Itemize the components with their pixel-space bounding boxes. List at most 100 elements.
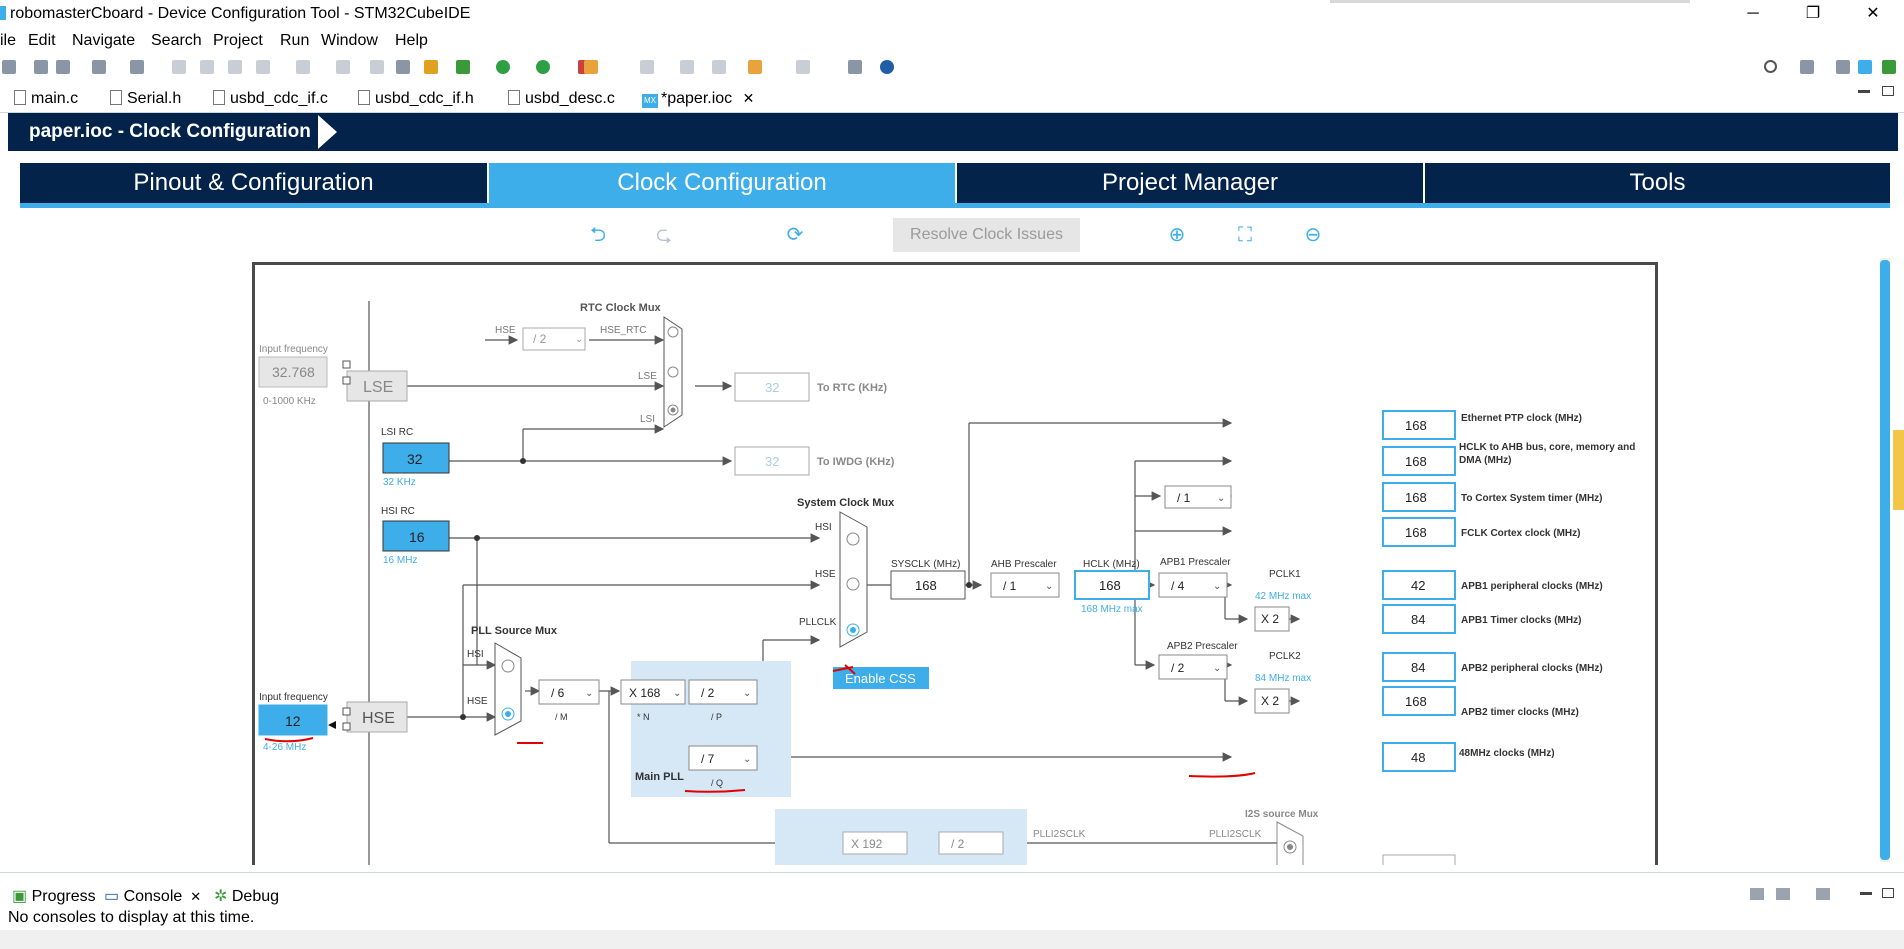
debug-bug-icon[interactable] [456,60,470,74]
menu-run[interactable]: Run [280,32,309,50]
info-icon[interactable] [880,60,894,74]
step-into-icon[interactable] [296,60,310,74]
close-window-button[interactable]: ✕ [1853,2,1893,26]
menu-edit[interactable]: Edit [28,32,56,50]
window-title: robomasterCboard - Device Configuration … [10,5,471,22]
pll-q-label: / Q [711,778,723,788]
output-hclk-label: HCLK to AHB bus, core, memory and DMA (M… [1459,442,1636,466]
step-return-icon[interactable] [370,60,384,74]
tab-project-manager[interactable]: Project Manager [957,163,1423,203]
save-all-icon[interactable] [56,60,70,74]
open-console-icon[interactable] [1816,888,1830,900]
fit-to-screen-icon[interactable]: ⛶ [1234,224,1256,246]
tab-label: usbd_cdc_if.h [375,90,474,107]
tab-debug-label: Debug [231,888,280,905]
settings-icon[interactable] [92,60,106,74]
save-icon[interactable] [34,60,48,74]
vertical-scrollbar-thumb[interactable] [1880,260,1890,860]
reset-icon[interactable]: ⟳ [784,224,806,246]
restore-button[interactable]: ❐ [1793,2,1833,26]
resolve-clock-issues-button[interactable]: Resolve Clock Issues [893,218,1080,252]
menu-project[interactable]: Project [213,32,263,50]
stop-icon[interactable] [228,60,242,74]
pll-source-mux[interactable] [494,642,522,736]
zoom-out-icon[interactable]: ⊖ [1302,224,1324,246]
sysmux-hse-option[interactable] [846,577,860,591]
perspective-icon[interactable] [1800,60,1814,74]
redo-icon[interactable]: ⮎ [653,224,675,246]
rtc-mux-option-1[interactable] [667,326,679,338]
close-tab-icon[interactable]: ✕ [190,889,201,904]
run-config-icon[interactable] [536,60,550,74]
rtc-mux-option-2[interactable] [667,366,679,378]
hsi-mhz: 16 MHz [383,555,417,566]
tab-clock-configuration[interactable]: Clock Configuration [489,163,955,203]
ahb-prescaler-label: AHB Prescaler [991,559,1057,570]
menu-file[interactable]: ile [0,32,16,50]
output-cortex-timer-label: To Cortex System timer (MHz) [1461,493,1603,504]
menu-navigate[interactable]: Navigate [72,32,135,50]
menu-window[interactable]: Window [321,32,378,50]
minimize-editor-icon[interactable] [1858,90,1870,93]
iwdg-output-label: To IWDG (KHz) [817,456,895,468]
step-icon[interactable] [172,60,186,74]
tab-console[interactable]: ▭ Console ✕ [104,886,201,906]
output-apb2-peripheral-value: 84 [1411,660,1425,675]
maximize-editor-icon[interactable] [1882,86,1894,96]
minimize-button[interactable]: ─ [1733,2,1773,26]
pll-n-label: * N [637,712,650,722]
tab-tools[interactable]: Tools [1425,163,1890,203]
tab-usbd-cdc-if-h[interactable]: usbd_cdc_if.h [358,90,474,108]
tab-debug[interactable]: ✲ Debug [214,886,279,906]
forward-icon[interactable] [796,60,810,74]
tab-pinout-configuration[interactable]: Pinout & Configuration [20,163,487,203]
console-message: No consoles to display at this time. [8,909,255,926]
ext-tools-icon[interactable] [424,60,438,74]
run-icon[interactable] [496,60,510,74]
back-icon[interactable] [748,60,762,74]
search-icon[interactable] [1764,60,1777,73]
step-over-icon[interactable] [336,60,350,74]
pin-console-icon[interactable] [1776,888,1790,900]
rtc-mux-selected-dot [670,407,676,413]
last-edit-icon[interactable] [712,60,726,74]
hse-box-label: HSE [362,710,395,727]
hse-arrow-left-icon [328,721,336,729]
pin-icon[interactable] [396,60,410,74]
sysmux-hsi-option[interactable] [846,532,860,546]
pllmux-hsi-option[interactable] [501,659,515,673]
tab-progress[interactable]: ▣ Progress [12,886,96,906]
apb2-prescaler-label: APB2 Prescaler [1167,641,1238,652]
disconnect-icon[interactable] [256,60,270,74]
maximize-panel-icon[interactable] [1882,888,1894,898]
tab-serial-h[interactable]: Serial.h [110,90,181,108]
menu-search[interactable]: Search [151,32,202,50]
plli2s-r-select[interactable] [938,831,1004,855]
build-hammer-icon[interactable] [130,60,144,74]
wand-icon[interactable] [584,60,598,74]
tab-usbd-desc-c[interactable]: usbd_desc.c [508,90,615,108]
display-console-icon[interactable] [1750,888,1764,900]
undo-icon[interactable]: ⮌ [587,224,609,246]
output-cortex-timer-value: 168 [1405,490,1427,505]
bottom-panel-tabs [0,872,1904,903]
plli2s-n-value: X 192 [851,837,883,851]
tab-usbd-cdc-if-c[interactable]: usbd_cdc_if.c [213,90,328,108]
menu-help[interactable]: Help [395,32,428,50]
minimize-panel-icon[interactable] [1860,892,1872,895]
new-icon[interactable] [2,60,16,74]
mx-perspective-icon[interactable] [1858,60,1872,74]
close-tab-icon[interactable]: ✕ [743,90,755,106]
next-annotation-icon[interactable] [640,60,654,74]
debug-perspective-icon[interactable] [1882,60,1896,74]
tab-paper-ioc[interactable]: MX *paper.ioc ✕ [642,90,754,108]
hse-input-label: Input frequency [259,692,328,703]
output-48mhz-label: 48MHz clocks (MHz) [1459,748,1555,759]
prev-annotation-icon[interactable] [680,60,694,74]
title-search-shadow [1330,0,1690,3]
tab-main-c[interactable]: main.c [14,90,78,108]
open-perspective-icon[interactable] [848,60,862,74]
suspend-icon[interactable] [200,60,214,74]
cpp-perspective-icon[interactable] [1836,60,1850,74]
zoom-in-icon[interactable]: ⊕ [1166,224,1188,246]
